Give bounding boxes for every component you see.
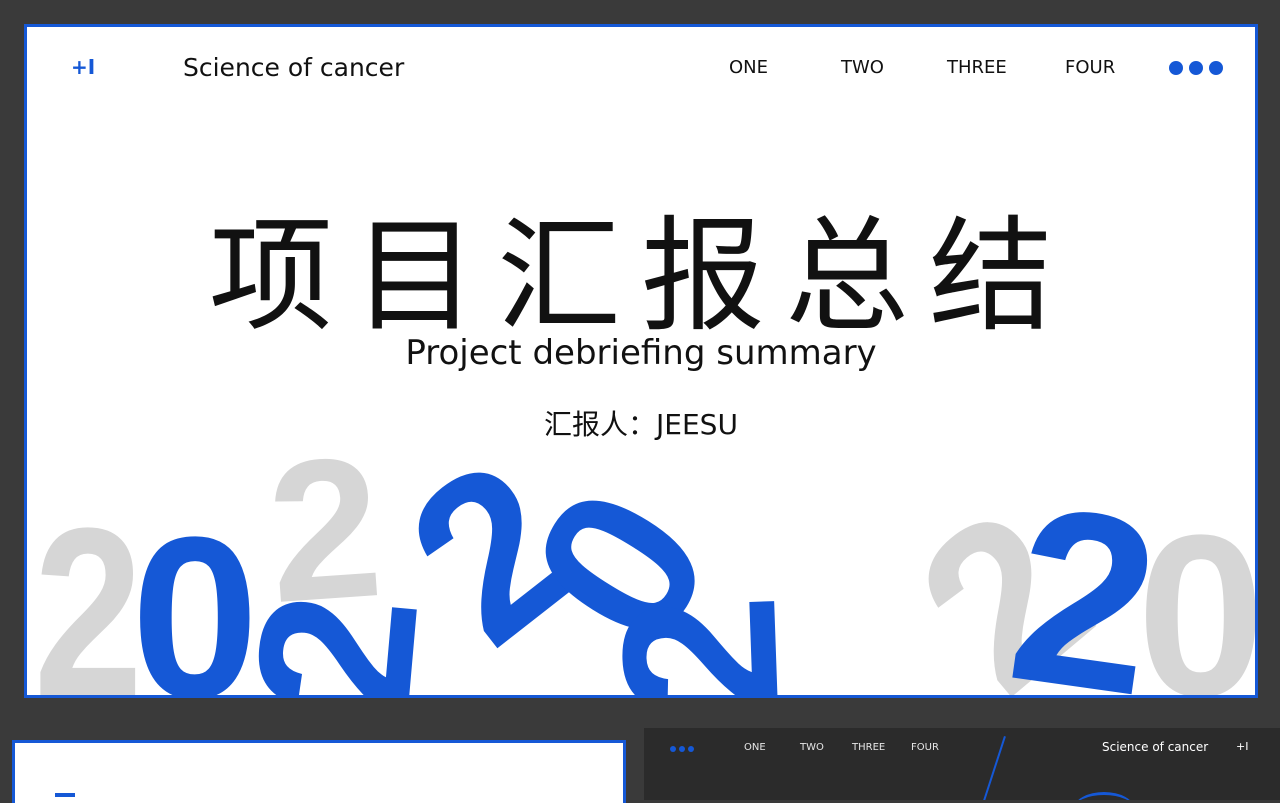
ribbon-digit: 2 <box>996 452 1173 695</box>
dot <box>670 746 676 752</box>
thumbnail-slide-2[interactable] <box>12 740 626 803</box>
decorative-number-ribbon: 2 2 2 0 0 2 2 0 2 2 <box>34 410 1255 695</box>
ribbon-digit: 2 <box>209 583 465 695</box>
thumb-nav-one: ONE <box>744 742 766 753</box>
dot <box>679 746 685 752</box>
thumb-brand-mark: +I <box>1236 740 1249 753</box>
thumb-nav-three: THREE <box>852 742 886 753</box>
dot <box>688 746 694 752</box>
thumbnail-decorative-line <box>976 736 1006 800</box>
thumbnail-slide-3[interactable]: ONE TWO THREE FOUR Science of cancer +I <box>644 728 1280 800</box>
title-slide: +I Science of cancer ONE TWO THREE FOUR … <box>24 24 1258 698</box>
thumb-nav-two: TWO <box>800 742 824 753</box>
ribbon-digit: 2 <box>34 477 143 695</box>
more-dots-icon <box>670 746 694 752</box>
thumb-nav-four: FOUR <box>911 742 939 753</box>
thumbnail-accent <box>55 793 75 797</box>
ribbon-digit: 2 <box>575 591 825 695</box>
thumb-header-title: Science of cancer <box>1102 740 1209 754</box>
thumbnail-decorative-arc <box>1074 792 1134 800</box>
